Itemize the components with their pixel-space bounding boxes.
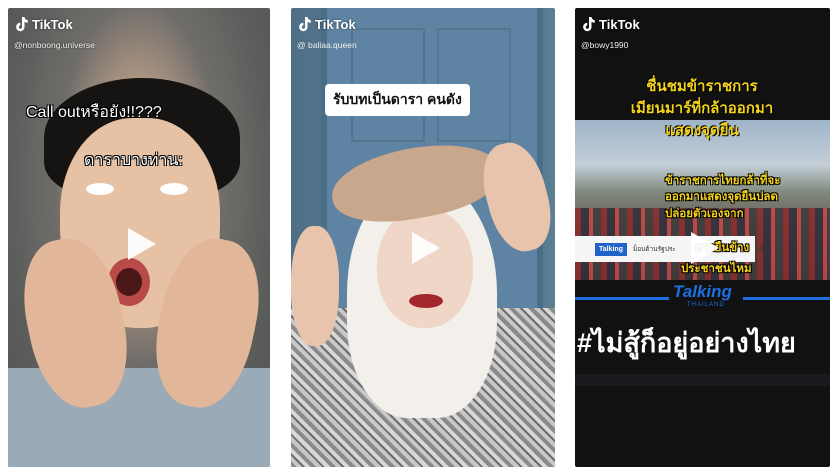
talking-thailand-logo-sub: THAILAND [687,302,725,308]
play-icon[interactable] [687,230,721,266]
tiktok-brand: TikTok [14,16,73,32]
username[interactable]: @nonboong.universe [14,40,95,50]
caption-box: รับบทเป็นดารา คนดัง [325,84,470,116]
divider-line [575,297,669,300]
play-icon[interactable] [124,226,158,262]
tiktok-wordmark: TikTok [315,16,356,32]
ticker-logo: Talking [595,242,627,256]
tiktok-note-icon [16,17,28,32]
person-face [377,208,473,328]
photo-overlay-text: ปล่อยตัวเองจาก [665,208,744,220]
headline-line: แสดงจุดยืน [665,122,739,139]
tiktok-note-icon [299,17,311,32]
video-card-2[interactable]: TikTok @ baliaa.queen รับบทเป็นดารา คนดั… [291,8,555,467]
overlay-text: ดาราบางท่าน: [84,152,183,169]
headline-line: เมียนมาร์ที่กล้าออกมา [630,100,774,117]
bottom-strip [575,374,830,386]
play-icon[interactable] [408,230,442,266]
divider-line [743,297,830,300]
video-card-1[interactable]: TikTok @nonboong.universe Call outหรือยั… [8,8,270,467]
hashtag-text: #ไม่สู้ก็อยู่อย่างไทย [577,328,796,358]
tiktok-wordmark: TikTok [32,16,73,32]
tiktok-brand: TikTok [581,16,640,32]
video-card-3[interactable]: TikTok @bowy1990 ชื่นชมข้าราชการ เมียนมา… [575,8,830,467]
username[interactable]: @ baliaa.queen [297,40,357,50]
overlay-text: Call outหรือยัง!!??? [26,104,162,121]
left-hand [291,226,339,346]
tiktok-brand: TikTok [297,16,356,32]
username[interactable]: @bowy1990 [581,40,628,50]
eye [86,183,114,195]
lips [409,294,443,308]
ticker-text: ม็อบต้านรัฐประ [632,246,676,253]
eye [160,183,188,195]
talking-thailand-logo: Talking [673,282,732,301]
mouth-inner [116,268,142,296]
photo-overlay-text: ออกมาแสดงจุดยืนปลด [665,191,778,203]
ticker-text-tail: เมือง [757,246,772,253]
tiktok-note-icon [583,17,595,32]
tiktok-wordmark: TikTok [599,16,640,32]
headline-line: ชื่นชมข้าราชการ [646,78,758,95]
